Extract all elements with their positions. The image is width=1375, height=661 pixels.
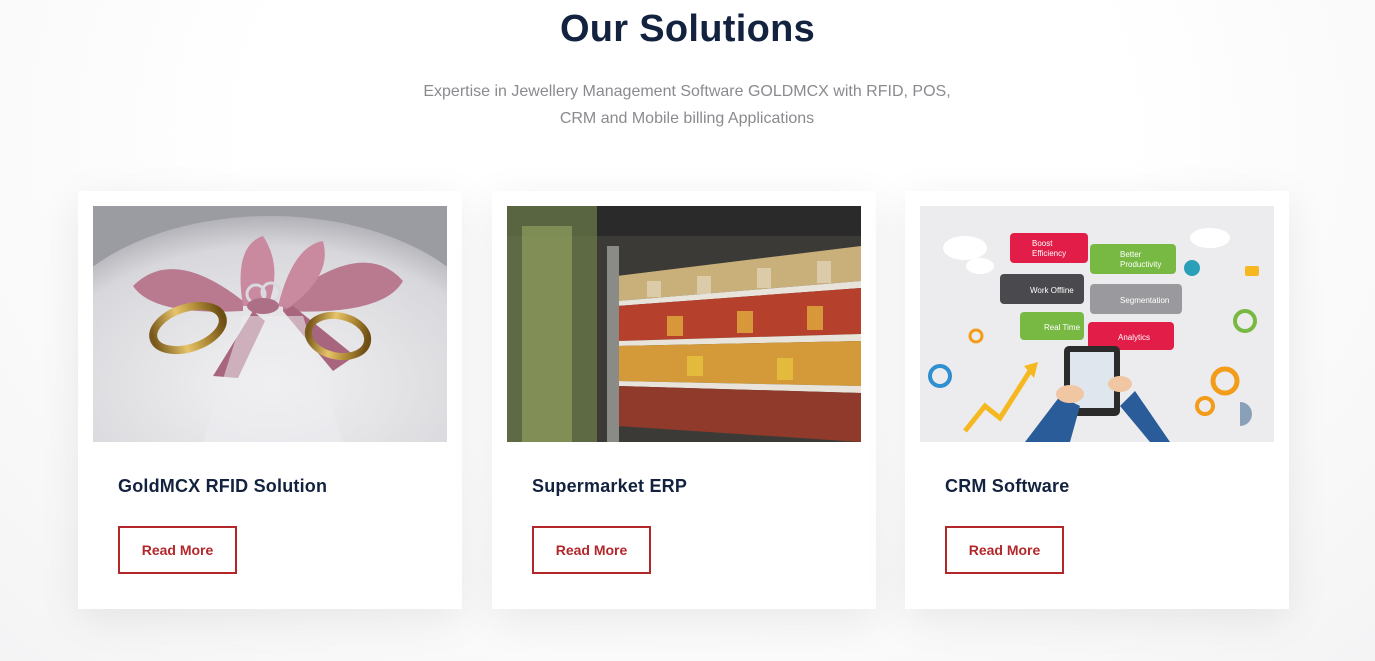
- solution-card-goldmcx: GoldMCX RFID Solution Read More: [78, 191, 462, 609]
- supermarket-shelves-image: [507, 206, 861, 442]
- read-more-button[interactable]: Read More: [945, 526, 1064, 574]
- subtitle-line-1: Expertise in Jewellery Management Softwa…: [423, 83, 951, 100]
- section-subtitle: Expertise in Jewellery Management Softwa…: [387, 78, 987, 132]
- read-more-button[interactable]: Read More: [118, 526, 237, 574]
- subtitle-line-2: CRM and Mobile billing Applications: [559, 110, 815, 127]
- section-title: Our Solutions: [559, 8, 816, 50]
- card-title: Supermarket ERP: [532, 476, 688, 496]
- crm-label-efficiency: Efficiency: [1032, 249, 1066, 258]
- boost-efficiency-bubble: [1010, 233, 1088, 263]
- wedding-rings-image: [93, 206, 447, 442]
- crm-label-real-time: Real Time: [1044, 323, 1081, 332]
- card-title: GoldMCX RFID Solution: [118, 476, 328, 496]
- solution-card-supermarket: Supermarket ERP Read More: [492, 191, 876, 609]
- card-title: CRM Software: [945, 476, 1070, 496]
- solution-card-crm: Boost Efficiency Better Productivity Wor…: [905, 191, 1289, 609]
- crm-illustration-image: Boost Efficiency Better Productivity Wor…: [920, 206, 1274, 442]
- crm-label-better: Better: [1120, 250, 1142, 259]
- crm-label-boost: Boost: [1032, 239, 1053, 248]
- crm-label-analytics: Analytics: [1118, 333, 1150, 342]
- crm-label-productivity: Productivity: [1120, 260, 1161, 269]
- better-productivity-bubble: [1090, 244, 1176, 274]
- read-more-button[interactable]: Read More: [532, 526, 651, 574]
- crm-label-work-offline: Work Offline: [1030, 286, 1074, 295]
- crm-label-segmentation: Segmentation: [1120, 296, 1169, 305]
